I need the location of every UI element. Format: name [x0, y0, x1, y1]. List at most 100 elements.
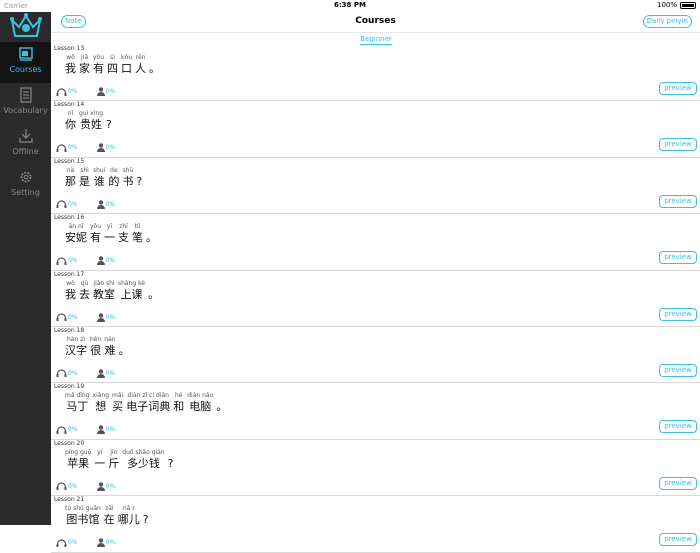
sidebar-item-vocabulary[interactable]: Vocabulary [0, 83, 51, 124]
battery-indicator: 100% [657, 1, 696, 9]
pinyin-text: duō shǎo qián [122, 448, 165, 456]
lesson-row[interactable]: Lesson 16 ān nī 安妮 yǒu 有 yī 一 zhī 支 bǐ 笔。 0% 0% previ… [51, 214, 700, 271]
word: rén 人 [135, 54, 146, 75]
lesson-progress: 0% 0% [56, 369, 134, 378]
speaking-progress: 0% [96, 369, 116, 378]
speaking-progress: 0% [96, 87, 115, 96]
preview-button[interactable]: preview [659, 251, 697, 265]
lesson-sentence: ān nī 安妮 yǒu 有 yī 一 zhī 支 bǐ 笔。 [65, 223, 157, 244]
sidebar-item-setting[interactable]: Setting [0, 165, 51, 206]
lesson-row[interactable]: Lesson 20 píng guǒ 苹果 yī 一 jīn 斤 duō shǎo qián 多… [51, 440, 700, 497]
hanzi-text: 很 [90, 343, 102, 357]
listening-progress: 0% [56, 144, 78, 152]
listening-percent: 0% [68, 313, 78, 321]
preview-button[interactable]: preview [659, 420, 697, 434]
word: zài 在 [104, 505, 115, 526]
preview-button[interactable]: preview [659, 307, 697, 321]
word: hěn 很 [90, 336, 101, 357]
lesson-row[interactable]: Lesson 17 wǒ 我 qù 去 jiào shì 教室 shàng kè 上课。 0% 0%… [51, 271, 700, 327]
lesson-number: Lesson 13 [54, 45, 85, 52]
word: xiǎng 想 [93, 392, 110, 413]
lesson-progress: 0% 0% [56, 256, 134, 266]
speaking-percent: 0% [105, 144, 116, 152]
pinyin-text: rén [135, 54, 146, 61]
lesson-sentence: píng guǒ 苹果 yī 一 jīn 斤 duō shǎo qián 多少钱? [65, 449, 173, 470]
pinyin-text: jiào shì [93, 279, 115, 287]
lesson-sentence: nà 那 shì 是 shuí 谁 de 的 shū 书? [65, 167, 142, 188]
pinyin-text: wǒ [66, 279, 75, 287]
pinyin-text: yǒu [90, 223, 102, 231]
preview-button[interactable]: preview [659, 138, 697, 152]
word: shàng kè 上课 [118, 280, 145, 301]
pinyin-text: mǎi [112, 392, 124, 400]
lesson-row[interactable]: Lesson 19 mǎ dīng 马丁 xiǎng 想 mǎi 买 diàn zǐ cí d… [51, 383, 700, 440]
word: nán 难 [104, 336, 115, 357]
listening-percent: 0% [68, 144, 78, 152]
lesson-sentence: hàn zì 汉字 hěn 很 nán 难。 [65, 336, 130, 357]
word: mǎi 买 [112, 392, 123, 413]
lesson-progress: 0% 0% [56, 482, 134, 491]
speaking-percent: 0% [105, 369, 116, 377]
hanzi-text: 我 [65, 287, 76, 301]
lesson-row[interactable]: Lesson 21 tú shū guǎn 图书馆 zài 在 nǎ r 哪儿? 0% 0% pr… [51, 496, 700, 553]
preview-button[interactable]: preview [659, 363, 697, 377]
hanzi-text: 家 [79, 62, 90, 75]
hanzi-text: 电脑 [189, 400, 212, 414]
preview-button[interactable]: preview [659, 476, 697, 490]
speaking-percent: 0% [105, 426, 116, 434]
preview-button[interactable]: preview [659, 533, 697, 547]
headphones-icon [56, 144, 67, 152]
lesson-sentence: nǐ 你 guì xìng 贵姓? [65, 110, 112, 131]
word: diàn nǎo 电脑 [187, 392, 213, 413]
hanzi-text: 教室 [93, 287, 115, 301]
hanzi-text: 支 [118, 231, 130, 245]
word: nǎ r 哪儿 [118, 505, 140, 526]
hanzi-text: 安妮 [65, 231, 87, 245]
nav-bar: Note Courses Daily pinyin [51, 12, 700, 33]
daily-pinyin-button[interactable]: Daily pinyin [642, 15, 692, 28]
lesson-progress: 0% 0% [56, 87, 134, 96]
word: yǒu 有 [90, 223, 101, 244]
punctuation: ? [106, 118, 112, 132]
headphones-icon [56, 426, 67, 434]
pinyin-text: yǒu [93, 54, 105, 61]
lesson-list: Lesson 13 wǒ 我 jiā 家 yǒu 有 sì 四 kǒu 口 rén 人。 0% 0% prev… [51, 45, 700, 553]
lesson-row[interactable]: Lesson 13 wǒ 我 jiā 家 yǒu 有 sì 四 kǒu 口 rén 人。 0% 0% prev… [51, 45, 700, 102]
hanzi-text: 书 [122, 174, 134, 188]
pinyin-text: mǎ dīng [65, 392, 90, 400]
lesson-row[interactable]: Lesson 18 hàn zì 汉字 hěn 很 nán 难。 0% 0% preview [51, 326, 700, 384]
punctuation: ? [167, 456, 174, 470]
listening-progress: 0% [56, 369, 78, 378]
pinyin-text: zhī [119, 223, 128, 231]
sidebar-item-label: Courses [9, 65, 42, 74]
speaking-progress: 0% [96, 312, 116, 322]
tab-beginner[interactable]: Beginner [360, 35, 392, 45]
lesson-row[interactable]: Lesson 15 nà 那 shì 是 shuí 谁 de 的 shū 书? 0% 0% preview [51, 158, 700, 215]
battery-percent: 100% [656, 1, 677, 9]
preview-button[interactable]: preview [659, 194, 697, 208]
hanzi-text: 谁 [93, 174, 105, 188]
listening-progress: 0% [56, 200, 78, 209]
preview-button[interactable]: preview [659, 82, 697, 95]
hanzi-text: 四 [107, 62, 119, 75]
pinyin-text: jiā [80, 54, 88, 61]
speaking-progress: 0% [96, 538, 116, 548]
punctuation: 。 [146, 231, 158, 245]
sidebar-item-offline[interactable]: Offline [0, 124, 51, 165]
listening-progress: 0% [56, 313, 78, 322]
hanzi-text: 马丁 [66, 400, 89, 414]
speaking-percent: 0% [105, 539, 116, 547]
page-title: Courses [355, 16, 396, 26]
hanzi-text: 图书馆 [66, 513, 100, 527]
pinyin-text: shàng kè [118, 279, 146, 287]
sidebar-item-courses[interactable]: Courses [0, 42, 51, 83]
lesson-number: Lesson 18 [54, 326, 85, 334]
word: kǒu 口 [121, 54, 132, 75]
pinyin-text: wǒ [66, 54, 75, 61]
speaking-percent: 0% [105, 313, 116, 321]
word: píng guǒ 苹果 [65, 449, 91, 470]
listening-percent: 0% [68, 200, 78, 208]
lesson-row[interactable]: Lesson 14 nǐ 你 guì xìng 贵姓? 0% 0% preview [51, 101, 700, 158]
pinyin-text: jīn [110, 448, 118, 456]
word: mǎ dīng 马丁 [65, 392, 90, 413]
